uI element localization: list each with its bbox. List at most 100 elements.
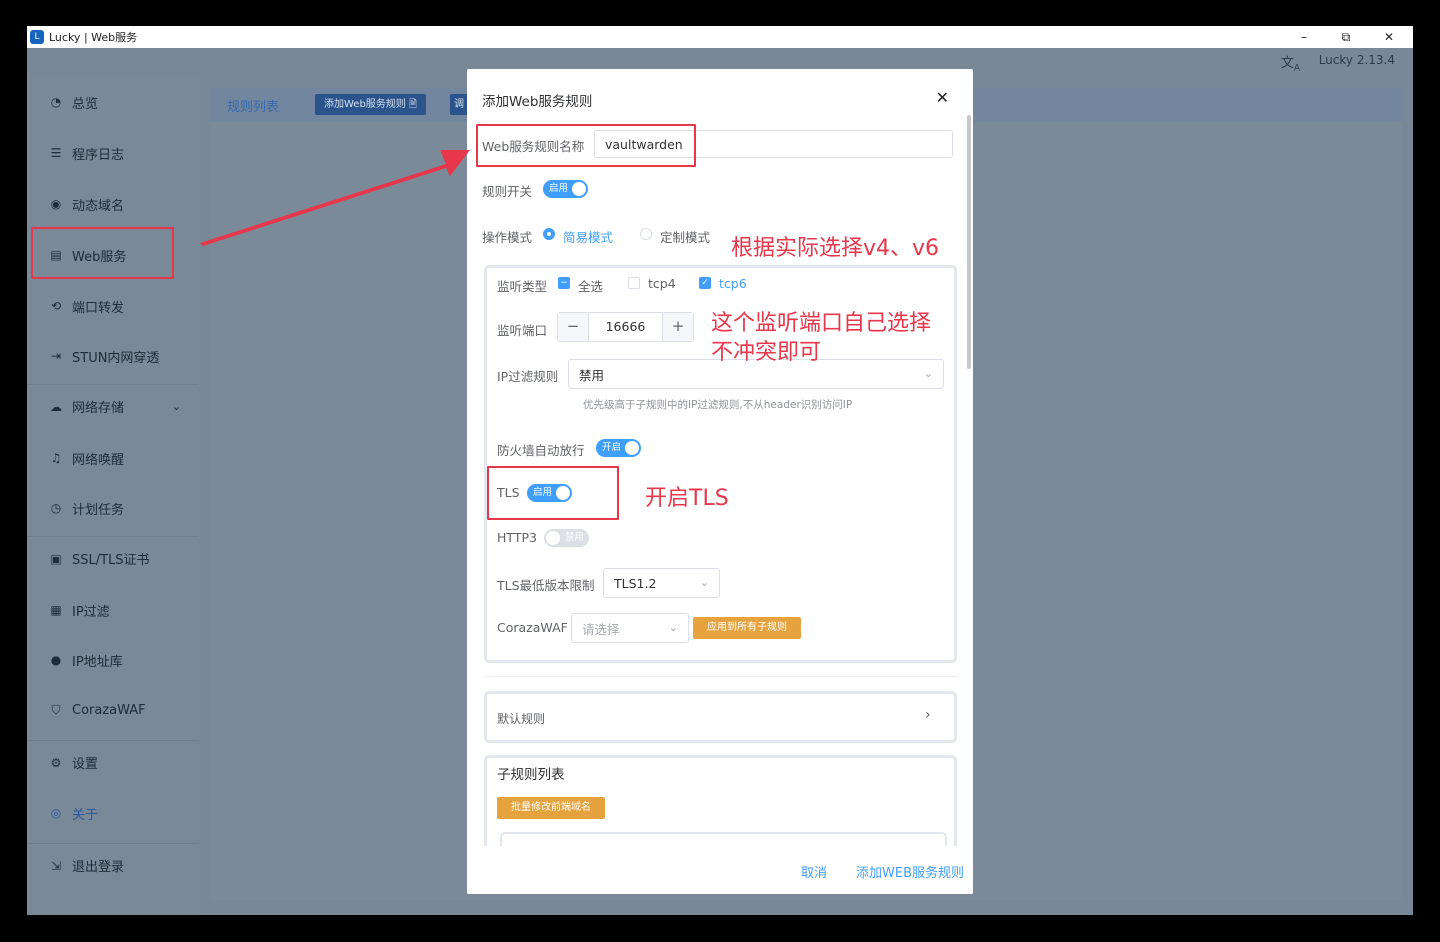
filter-icon: ▦: [50, 603, 62, 617]
ipfilter-hint: 优先级高于子规则中的IP过滤规则,不从header识别访问IP: [583, 399, 853, 411]
annotation-box-web-service: [31, 227, 174, 279]
sidebar-item-ssl[interactable]: ▣ SSL/TLS证书: [27, 536, 199, 580]
ipfilter-label: IP过滤规则: [497, 369, 559, 384]
mode-simple-radio[interactable]: [543, 228, 555, 240]
firewall-toggle[interactable]: 开启: [596, 439, 641, 457]
port-label: 监听端口: [497, 323, 548, 338]
sidebar-item-ipdb[interactable]: ● IP地址库: [27, 638, 199, 682]
mode-label: 操作模式: [482, 230, 533, 245]
default-rule-label: 默认规则: [497, 712, 546, 726]
certificate-icon: ▣: [50, 551, 62, 566]
sidebar-item-label: 网络唤醒: [72, 452, 125, 468]
close-window-button[interactable]: ✕: [1368, 26, 1410, 48]
waf-select[interactable]: 请选择 ⌄: [571, 613, 689, 643]
sidebar-item-label: 退出登录: [72, 860, 125, 875]
version-label: Lucky 2.13.4: [1318, 53, 1395, 67]
http3-label: HTTP3: [497, 530, 537, 545]
listen-all-checkbox[interactable]: −: [558, 277, 570, 289]
sidebar-item-overview[interactable]: ◔ 总览: [27, 80, 199, 124]
apply-waf-button[interactable]: 应用到所有子规则: [693, 617, 801, 639]
shield-icon: ⛉: [51, 703, 61, 717]
sidebar-item-label: 关于: [72, 807, 99, 823]
sidebar-item-waf[interactable]: ⛉ CorazaWAF: [27, 688, 199, 732]
switch-text: 开启: [602, 442, 622, 453]
sidebar-item-ipfilter[interactable]: ▦ IP过滤: [27, 588, 199, 632]
tcp4-checkbox[interactable]: [628, 277, 640, 289]
annotation-note-v4v6: 根据实际选择v4、v6: [731, 236, 940, 261]
chevron-right-icon: ›: [925, 707, 931, 723]
sidebar-item-port-forward[interactable]: ⟲ 端口转发: [27, 284, 199, 328]
batch-edit-domain-button[interactable]: 批量修改前端域名: [497, 797, 605, 819]
annotation-note-port-1: 这个监听端口自己选择: [711, 311, 932, 336]
cloud-icon: ☁: [50, 399, 62, 414]
log-icon: ☰: [50, 146, 62, 160]
sidebar-item-label: CorazaWAF: [72, 702, 146, 718]
dialog-title: 添加Web服务规则: [482, 94, 593, 110]
annotation-note-tls: 开启TLS: [645, 486, 729, 511]
add-web-rule-button[interactable]: 添加Web服务规则 🗎: [315, 94, 427, 115]
tab-rule-list[interactable]: 规则列表: [227, 96, 279, 115]
dialog-footer: 取消 添加WEB服务规则: [467, 846, 973, 894]
tcp4-label[interactable]: tcp4: [648, 276, 676, 291]
mode-custom-radio[interactable]: [640, 228, 652, 240]
restore-button[interactable]: ⧉: [1325, 26, 1367, 48]
annotation-box-tls: [487, 466, 619, 520]
sidebar-item-tasks[interactable]: ◷ 计划任务: [27, 486, 199, 530]
chevron-down-icon: ⌄: [668, 621, 678, 634]
sidebar-item-label: IP过滤: [72, 604, 110, 620]
chevron-down-icon: ⌄: [171, 400, 181, 413]
sidebar-item-stun[interactable]: ⇥ STUN内网穿透: [27, 334, 199, 378]
cancel-button[interactable]: 取消: [801, 862, 827, 881]
window-title: Lucky | Web服务: [49, 31, 138, 44]
rule-switch-label: 规则开关: [482, 184, 533, 199]
tls-min-label: TLS最低版本限制: [497, 578, 595, 593]
default-rule-row[interactable]: [484, 691, 957, 743]
fingerprint-icon: ◎: [50, 806, 62, 820]
sidebar-item-label: 设置: [72, 757, 99, 772]
sidebar-item-wol[interactable]: ♫ 网络唤醒: [27, 436, 199, 480]
ipfilter-value: 禁用: [579, 367, 605, 383]
listen-type-label: 监听类型: [497, 279, 548, 294]
rule-switch-toggle[interactable]: 启用: [543, 180, 588, 198]
sidebar-item-storage[interactable]: ☁ 网络存储 ⌄: [27, 384, 199, 428]
switch-text: 启用: [549, 183, 569, 194]
http3-toggle[interactable]: 禁用: [544, 529, 589, 547]
sidebar-item-label: STUN内网穿透: [72, 350, 160, 366]
sidebar-item-label: 计划任务: [72, 502, 125, 518]
port-decrement-button[interactable]: −: [558, 313, 588, 341]
switch-text: 禁用: [564, 532, 584, 543]
sidebar-item-about[interactable]: ◎ 关于: [27, 791, 199, 835]
mode-custom-label[interactable]: 定制模式: [660, 227, 710, 246]
waf-label: CorazaWAF: [497, 620, 568, 635]
submit-button[interactable]: 添加WEB服务规则: [856, 862, 964, 881]
tcp6-checkbox[interactable]: ✓: [699, 277, 711, 289]
sidebar-item-label: 总览: [72, 96, 99, 112]
dashboard-icon: ◔: [50, 95, 62, 109]
firewall-label: 防火墙自动放行: [497, 443, 585, 458]
subrules-label: 子规则列表: [497, 767, 565, 783]
mode-simple-label[interactable]: 简易模式: [563, 227, 613, 246]
sidebar-item-settings[interactable]: ⚙ 设置: [27, 740, 199, 784]
port-value[interactable]: 16666: [588, 313, 663, 341]
dialog-scrollbar[interactable]: [967, 115, 971, 369]
waf-placeholder: 请选择: [582, 621, 620, 637]
tls-min-value: TLS1.2: [614, 575, 657, 591]
port-stepper[interactable]: − 16666 +: [557, 312, 694, 342]
sidebar-item-ddns[interactable]: ◉ 动态域名: [27, 182, 199, 226]
clock-icon: ◷: [50, 501, 62, 515]
annotation-note-port-2: 不冲突即可: [711, 340, 822, 365]
tcp6-label[interactable]: tcp6: [719, 276, 747, 291]
sidebar: ◔ 总览 ☰ 程序日志 ◉ 动态域名 ▤ Web服务 ⟲ 端口转发 ⇥ STUN内网穿透 ☁…: [27, 76, 199, 915]
sidebar-item-label: IP地址库: [72, 654, 123, 670]
logout-icon: ⇲: [50, 858, 62, 873]
sidebar-item-label: 网络存储: [72, 401, 125, 416]
sidebar-item-logout[interactable]: ⇲ 退出登录: [27, 843, 199, 887]
sidebar-item-logs[interactable]: ☰ 程序日志: [27, 131, 199, 175]
close-icon[interactable]: ✕: [936, 88, 949, 107]
port-increment-button[interactable]: +: [663, 313, 693, 341]
bell-icon: ♫: [50, 451, 62, 465]
minimize-button[interactable]: –: [1283, 26, 1325, 48]
tls-min-select[interactable]: TLS1.2 ⌄: [603, 568, 720, 598]
listen-all-label[interactable]: 全选: [578, 276, 603, 295]
translate-icon[interactable]: 文A: [1281, 52, 1300, 74]
